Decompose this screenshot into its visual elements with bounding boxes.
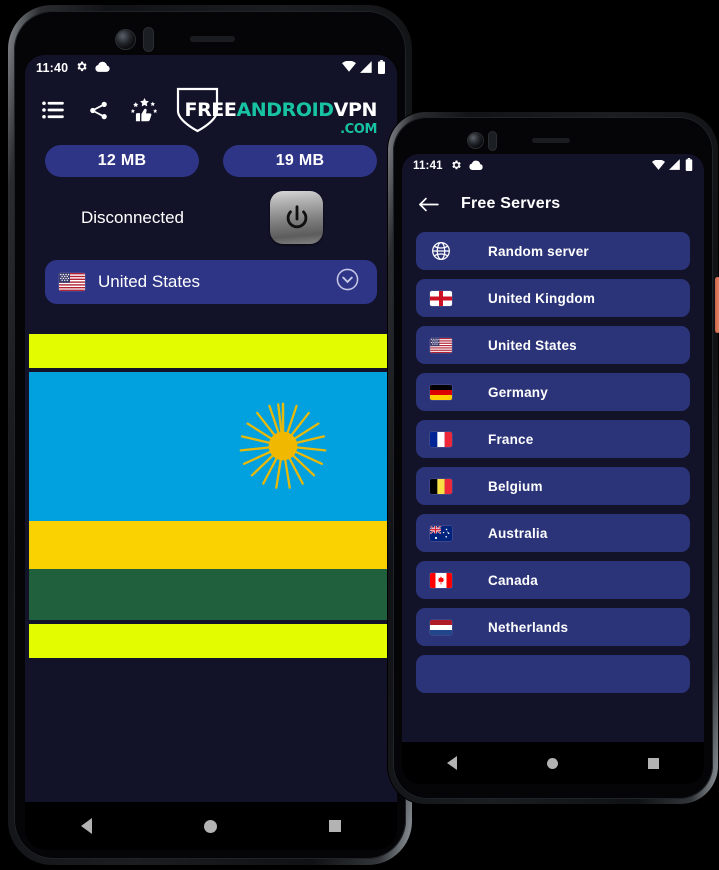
signal-icon bbox=[669, 159, 681, 173]
app-bar: Free Servers bbox=[402, 178, 704, 230]
server-list-item-de[interactable]: Germany bbox=[416, 373, 690, 411]
recents-nav-icon[interactable] bbox=[648, 757, 659, 769]
proximity-sensor bbox=[144, 28, 153, 51]
server-list-item-be[interactable]: Belgium bbox=[416, 467, 690, 505]
app-logo: FREE ANDROID VPN .COM bbox=[176, 87, 383, 137]
server-list-item-us[interactable]: United States bbox=[416, 326, 690, 364]
home-nav-icon[interactable] bbox=[547, 757, 558, 769]
ca-flag bbox=[430, 572, 452, 588]
server-name: Belgium bbox=[488, 478, 543, 494]
front-camera bbox=[116, 30, 135, 49]
traffic-stats-row: 12 MB 19 MB bbox=[25, 139, 397, 177]
server-name: Australia bbox=[488, 525, 548, 541]
cloud-icon bbox=[469, 160, 483, 173]
server-list: Random server United Kingdom United Stat… bbox=[402, 230, 704, 693]
server-list-item-ca[interactable]: Canada bbox=[416, 561, 690, 599]
de-flag bbox=[430, 384, 452, 400]
au-flag bbox=[430, 525, 452, 541]
phone-screen-left: 11:40 FREE ANDROID VPN .COM 12 MB 19 MB … bbox=[25, 55, 397, 850]
back-nav-icon[interactable] bbox=[447, 756, 457, 770]
status-bar-time: 11:41 bbox=[413, 160, 443, 172]
server-name: United Kingdom bbox=[488, 290, 596, 306]
server-list-item-au[interactable]: Australia bbox=[416, 514, 690, 552]
battery-icon bbox=[377, 59, 386, 77]
server-list-item-partial[interactable] bbox=[416, 655, 690, 693]
app-toolbar: FREE ANDROID VPN .COM bbox=[25, 81, 397, 139]
logo-com-text: .COM bbox=[340, 121, 377, 137]
gb-flag bbox=[430, 290, 452, 306]
us-flag bbox=[59, 273, 85, 291]
banner-top-band bbox=[29, 334, 393, 368]
upload-stat-pill[interactable]: 19 MB bbox=[223, 145, 377, 177]
proximity-sensor bbox=[489, 132, 496, 150]
nl-flag bbox=[430, 619, 452, 635]
logo-android-text: ANDROID bbox=[236, 98, 334, 121]
fr-flag bbox=[430, 431, 452, 447]
download-stat-pill[interactable]: 12 MB bbox=[45, 145, 199, 177]
back-nav-icon[interactable] bbox=[81, 818, 92, 834]
rwanda-sun-icon bbox=[239, 402, 327, 490]
server-name: United States bbox=[488, 337, 577, 353]
android-navigation-bar bbox=[402, 742, 704, 784]
server-list-item-nl[interactable]: Netherlands bbox=[416, 608, 690, 646]
server-name: Canada bbox=[488, 572, 538, 588]
globe-icon bbox=[430, 240, 452, 262]
us-flag bbox=[430, 337, 452, 353]
recents-nav-icon[interactable] bbox=[329, 820, 341, 832]
rwanda-flag bbox=[29, 372, 393, 620]
earpiece-speaker bbox=[190, 36, 235, 42]
wifi-icon bbox=[652, 159, 665, 173]
share-icon[interactable] bbox=[85, 95, 113, 125]
cloud-icon bbox=[95, 61, 110, 75]
power-button[interactable] bbox=[270, 191, 323, 244]
battery-icon bbox=[685, 158, 693, 174]
connection-status-text: Disconnected bbox=[81, 207, 185, 227]
status-bar-time: 11:40 bbox=[36, 61, 69, 75]
power-side-button[interactable] bbox=[715, 277, 719, 333]
chevron-down-icon[interactable] bbox=[336, 268, 359, 296]
page-title: Free Servers bbox=[461, 195, 561, 212]
server-selector-row: United States bbox=[25, 244, 397, 304]
rwanda-flag-green-band bbox=[29, 569, 393, 620]
phone-device-left: 11:40 FREE ANDROID VPN .COM 12 MB 19 MB … bbox=[8, 5, 412, 865]
server-list-item-uk[interactable]: United Kingdom bbox=[416, 279, 690, 317]
flag-banner-ad[interactable] bbox=[29, 334, 393, 658]
selected-server-name: United States bbox=[98, 272, 201, 291]
rate-icon[interactable] bbox=[131, 95, 159, 125]
server-name: Netherlands bbox=[488, 619, 569, 635]
earpiece-speaker bbox=[532, 138, 570, 143]
logo-free-text: FREE bbox=[184, 98, 237, 121]
server-name: Random server bbox=[488, 243, 589, 259]
server-list-item-random[interactable]: Random server bbox=[416, 232, 690, 270]
status-bar: 11:40 bbox=[25, 55, 397, 81]
phone-device-right: 11:41 Free Servers Random server United … bbox=[388, 112, 719, 804]
selected-server-button[interactable]: United States bbox=[45, 260, 377, 304]
gear-icon bbox=[75, 60, 88, 76]
wifi-icon bbox=[342, 60, 356, 75]
rwanda-flag-blue-band bbox=[29, 372, 393, 521]
android-navigation-bar bbox=[25, 802, 397, 850]
signal-icon bbox=[360, 60, 373, 76]
vpn-home-screen: 11:40 FREE ANDROID VPN .COM 12 MB 19 MB … bbox=[25, 55, 397, 850]
rwanda-flag-yellow-band bbox=[29, 520, 393, 570]
list-icon[interactable] bbox=[39, 95, 67, 125]
status-bar: 11:41 bbox=[402, 154, 704, 178]
logo-vpn-text: VPN bbox=[333, 98, 378, 121]
home-nav-icon[interactable] bbox=[204, 819, 217, 833]
banner-bottom-band bbox=[29, 624, 393, 658]
free-servers-screen: 11:41 Free Servers Random server United … bbox=[402, 154, 704, 784]
server-name: Germany bbox=[488, 384, 548, 400]
server-list-item-fr[interactable]: France bbox=[416, 420, 690, 458]
server-name: France bbox=[488, 431, 534, 447]
front-camera bbox=[468, 133, 483, 148]
be-flag bbox=[430, 478, 452, 494]
gear-icon bbox=[450, 159, 462, 174]
phone-screen-right: 11:41 Free Servers Random server United … bbox=[402, 154, 704, 784]
back-arrow-icon[interactable] bbox=[418, 196, 439, 213]
connection-status-row: Disconnected bbox=[25, 177, 397, 244]
